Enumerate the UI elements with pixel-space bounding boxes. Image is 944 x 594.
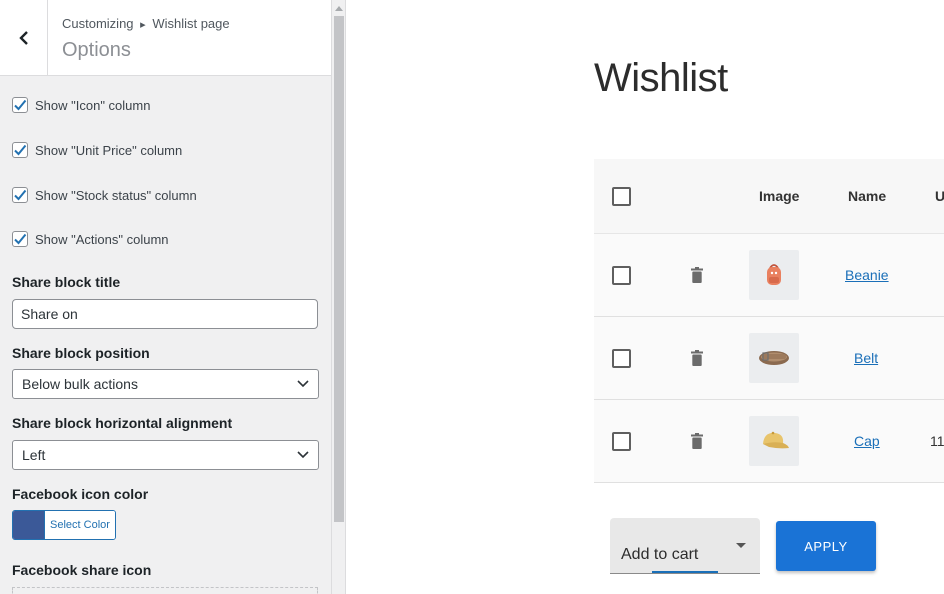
share-title-label: Share block title [12,274,121,290]
product-image[interactable] [749,250,799,300]
option-show-icon-column[interactable]: Show "Icon" column [12,97,150,113]
focus-underline [652,571,718,573]
product-image[interactable] [749,333,799,383]
bulk-action-select[interactable]: Add to cart [610,518,760,574]
select-color-label: Select Color [44,511,115,539]
column-header-name: Name [848,188,887,204]
checkbox-show-icon[interactable] [12,97,28,113]
option-show-actions-column[interactable]: Show "Actions" column [12,231,169,247]
scroll-up-arrow-icon[interactable] [335,6,343,11]
facebook-color-picker[interactable]: Select Color [12,510,116,540]
belt-icon [759,351,789,365]
trash-icon[interactable] [691,350,703,366]
checkmark-icon [14,144,27,156]
table-row: Beanie [594,234,944,317]
table-header: Image Name U [594,159,944,234]
option-show-unit-price-column[interactable]: Show "Unit Price" column [12,142,182,158]
trash-icon[interactable] [691,433,703,449]
panel-title: Options [62,39,131,61]
product-image[interactable] [749,416,799,466]
checkmark-icon [14,233,27,245]
color-swatch [13,511,44,539]
checkbox-show-stock-status[interactable] [12,187,28,203]
trash-icon[interactable] [691,267,703,283]
share-position-label: Share block position [12,345,150,361]
breadcrumb: Customizing ▸ Wishlist page [62,16,230,31]
share-alignment-select[interactable]: Left [12,440,319,470]
chevron-left-icon [18,30,28,45]
facebook-icon-label: Facebook share icon [12,562,152,578]
table-row: Belt [594,317,944,400]
checkmark-icon [14,189,27,201]
product-link-cap[interactable]: Cap [854,433,880,449]
facebook-icon-upload-area[interactable] [12,587,318,594]
share-title-input[interactable]: Share on [12,299,318,329]
checkbox-label: Show "Stock status" column [35,187,197,203]
facebook-color-label: Facebook icon color [12,486,149,502]
column-header-image: Image [759,188,800,204]
customizer-sidebar: Customizing ▸ Wishlist page Options Show… [0,0,346,594]
scroll-thumb[interactable] [334,16,344,522]
checkbox-label: Show "Actions" column [35,231,169,247]
checkbox-show-actions[interactable] [12,231,28,247]
dropdown-arrow-icon [736,543,746,548]
share-position-value: Below bulk actions [22,376,138,392]
product-link-beanie[interactable]: Beanie [845,267,889,283]
back-button[interactable] [0,0,48,75]
site-preview: Wishlist Image Name U Beanie Belt Cap 11… [347,0,944,594]
panel-header: Customizing ▸ Wishlist page Options [0,0,331,76]
column-header-unit-price: U [935,188,944,204]
sidebar-scrollbar[interactable] [331,0,345,594]
customizer-window: Customizing ▸ Wishlist page Options Show… [0,0,944,594]
table-row: Cap 11 [594,400,944,483]
breadcrumb-separator: ▸ [140,19,146,31]
checkbox-label: Show "Unit Price" column [35,142,183,158]
checkmark-icon [14,99,27,111]
row-checkbox[interactable] [612,266,631,285]
bulk-action-value: Add to cart [621,546,699,563]
select-all-checkbox[interactable] [612,187,631,206]
checkbox-show-unit-price[interactable] [12,142,28,158]
share-alignment-label: Share block horizontal alignment [12,415,233,431]
row-checkbox[interactable] [612,349,631,368]
backpack-icon [767,264,781,285]
cap-icon [763,431,789,449]
option-show-stock-status-column[interactable]: Show "Stock status" column [12,187,197,203]
breadcrumb-root: Customizing [62,16,134,31]
chevron-down-icon [297,380,309,388]
product-link-belt[interactable]: Belt [854,350,878,366]
page-title: Wishlist [594,56,728,100]
product-price: 11 [930,433,944,449]
chevron-down-icon [297,451,309,459]
share-position-select[interactable]: Below bulk actions [12,369,319,399]
apply-button[interactable]: APPLY [776,521,876,571]
row-checkbox[interactable] [612,432,631,451]
checkbox-label: Show "Icon" column [35,97,151,113]
breadcrumb-current: Wishlist page [152,16,230,31]
share-alignment-value: Left [22,447,46,463]
